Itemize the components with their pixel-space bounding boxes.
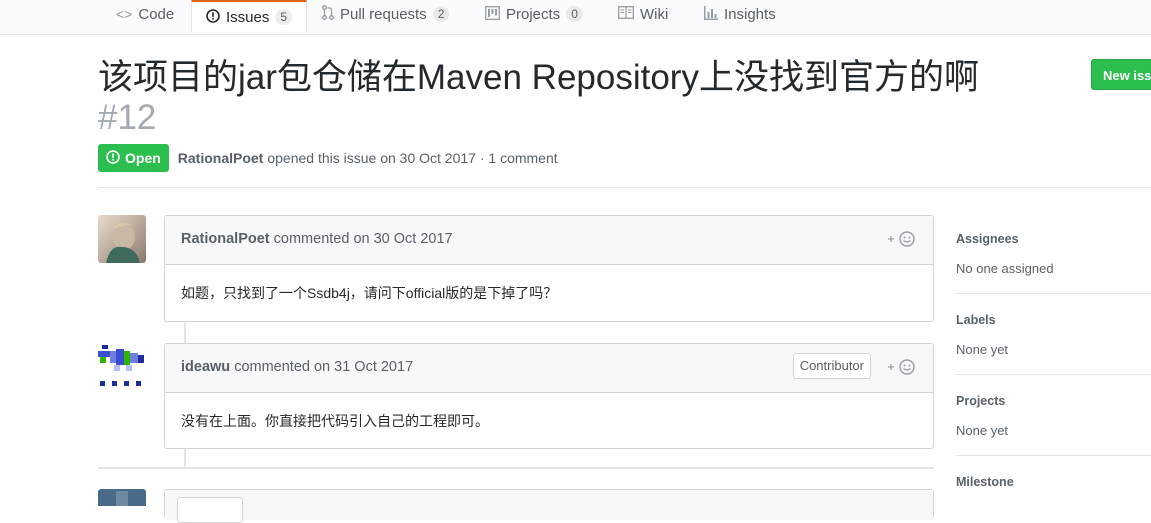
- add-reaction-button[interactable]: [887, 231, 917, 251]
- pull-requests-count: 2: [432, 6, 450, 22]
- tab-issues-label: Issues: [226, 8, 270, 26]
- tab-insights[interactable]: Insights: [704, 0, 776, 28]
- issue-meta: Open RationalPoet opened this issue on 3…: [98, 144, 558, 172]
- comment-meta: ideawu commented on 31 Oct 2017: [181, 359, 413, 375]
- sidebar-labels-heading[interactable]: Labels: [956, 313, 996, 327]
- tab-pull-requests[interactable]: Pull requests 2: [322, 0, 450, 28]
- issue-title: 该项目的jar包仓储在Maven Repository上没找到官方的啊: [98, 58, 979, 97]
- graph-icon: [704, 5, 718, 23]
- smiley-icon: [887, 231, 917, 251]
- repo-nav: <> Code Issues 5 Pull requests 2 Project…: [0, 0, 1151, 35]
- sidebar-projects-heading[interactable]: Projects: [956, 394, 1005, 408]
- status-badge: Open: [98, 144, 169, 172]
- sidebar-divider: [956, 455, 1151, 456]
- issue-author-link[interactable]: RationalPoet: [178, 150, 264, 166]
- add-reaction-button[interactable]: [887, 359, 917, 379]
- contributor-badge: Contributor: [792, 353, 871, 379]
- sidebar-assignees-value: No one assigned: [956, 261, 1054, 276]
- status-label: Open: [125, 150, 161, 166]
- commit-reference-box[interactable]: [177, 497, 243, 523]
- tab-code-label: Code: [138, 5, 175, 23]
- tab-wiki-label: Wiki: [640, 5, 669, 23]
- comment: RationalPoet commented on 30 Oct 2017 如题…: [164, 215, 934, 322]
- header-divider: [98, 187, 1151, 188]
- sidebar-assignees-heading[interactable]: Assignees: [956, 232, 1019, 246]
- timeline-connector: [184, 322, 186, 343]
- comment-author-link[interactable]: ideawu: [181, 359, 230, 375]
- sidebar-labels-value: None yet: [956, 342, 1009, 357]
- tab-issues[interactable]: Issues 5: [191, 0, 308, 32]
- sidebar-projects-value: None yet: [956, 423, 1009, 438]
- issue-opened-icon: [206, 8, 220, 26]
- sidebar-divider: [956, 293, 1151, 294]
- smiley-icon: [887, 359, 917, 379]
- comment-timestamp[interactable]: commented on 31 Oct 2017: [234, 359, 413, 375]
- projects-count: 0: [566, 6, 583, 22]
- comment: [164, 489, 934, 523]
- tab-pull-requests-label: Pull requests: [340, 5, 427, 23]
- code-icon: <>: [116, 6, 133, 22]
- issues-count: 5: [275, 9, 293, 25]
- comment: ideawu commented on 31 Oct 2017 Contribu…: [164, 343, 934, 449]
- tab-wiki[interactable]: Wiki: [618, 0, 668, 28]
- comment-header: ideawu commented on 31 Oct 2017 Contribu…: [165, 344, 933, 393]
- tab-insights-label: Insights: [724, 5, 776, 23]
- tab-projects-label: Projects: [506, 5, 561, 23]
- comment-body: 没有在上面。你直接把代码引入自己的工程即可。: [181, 413, 489, 429]
- sidebar-milestone-heading[interactable]: Milestone: [956, 475, 1014, 489]
- comment-header: [165, 490, 933, 523]
- comment-author-link[interactable]: RationalPoet: [181, 231, 270, 247]
- tab-code[interactable]: <> Code: [116, 0, 174, 28]
- sidebar-divider: [956, 374, 1151, 375]
- book-icon: [618, 6, 634, 22]
- new-issue-button[interactable]: New issue: [1091, 59, 1151, 90]
- timeline-separator: [98, 467, 934, 469]
- git-pull-request-icon: [322, 5, 334, 23]
- project-icon: [485, 5, 500, 23]
- avatar[interactable]: [98, 343, 146, 391]
- tab-projects[interactable]: Projects 0: [485, 0, 583, 28]
- comment-header: RationalPoet commented on 30 Oct 2017: [165, 216, 933, 265]
- timeline-connector: [184, 449, 186, 467]
- avatar[interactable]: [98, 215, 146, 263]
- comment-body: 如题，只找到了一个Ssdb4j，请问下official版的是下掉了吗？: [181, 285, 558, 301]
- issue-number: #12: [98, 98, 157, 137]
- comment-meta: RationalPoet commented on 30 Oct 2017: [181, 231, 453, 247]
- avatar[interactable]: [98, 489, 146, 506]
- issue-opened-text: opened this issue on 30 Oct 2017 · 1 com…: [267, 150, 558, 166]
- comment-timestamp[interactable]: commented on 30 Oct 2017: [274, 231, 453, 247]
- issue-opened-icon: [106, 149, 120, 167]
